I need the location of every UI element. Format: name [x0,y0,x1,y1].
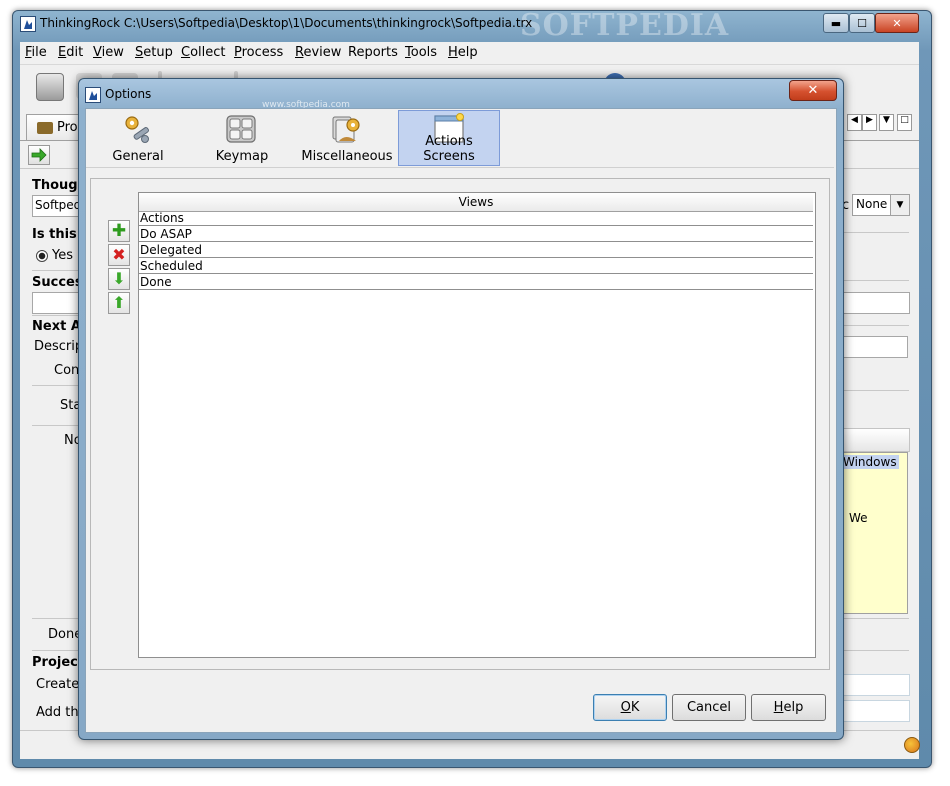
cancel-button[interactable]: Cancel [672,694,746,721]
tab-nav-menu[interactable]: ▼ [879,114,894,131]
tab-maximize[interactable]: □ [897,114,912,131]
plus-icon: ✚ [111,220,127,241]
maximize-button[interactable]: ☐ [849,13,875,33]
yes-label: Yes [52,248,73,263]
add-field-right[interactable] [842,700,910,722]
category-actions-screens[interactable]: Actions Screens [398,110,500,166]
success-field-right[interactable] [842,292,910,314]
menu-setup[interactable]: Setup [135,45,173,60]
table-row[interactable]: Done [139,275,813,290]
dialog-app-icon [85,87,101,103]
ok-button[interactable]: OK [593,694,667,721]
tab-nav-right[interactable]: ▶ [862,114,877,131]
app-icon [20,16,36,32]
move-down-button[interactable]: ⬇ [108,268,130,290]
topic-combo[interactable]: None ▼ [852,194,910,216]
menu-reports[interactable]: Reports [348,45,398,60]
window-title: ThinkingRock C:\Users\Softpedia\Desktop\… [40,16,533,30]
dialog-title: Options [105,87,152,101]
tab-nav-left[interactable]: ◀ [847,114,862,131]
menu-review[interactable]: Review [295,45,341,60]
menu-view[interactable]: View [93,45,124,60]
next-arrow-icon[interactable] [28,145,50,165]
status-icon [904,737,920,753]
views-column-header[interactable]: Views [139,193,813,212]
wrench-gear-icon [125,116,149,143]
create-field-right[interactable] [842,674,910,696]
menu-collect[interactable]: Collect [181,45,226,60]
description-field-right[interactable] [842,336,908,358]
table-row[interactable]: Do ASAP [139,227,813,242]
category-miscellaneous[interactable]: Miscellaneous [298,110,396,166]
table-row[interactable]: Actions [139,211,813,226]
dialog-close-button[interactable]: ✕ [789,80,837,101]
yes-radio[interactable] [36,250,48,262]
success-field[interactable] [32,292,84,314]
project-label: Project [32,655,85,670]
cards-gear-icon [332,116,360,143]
menu-help[interactable]: Help [448,45,478,60]
menu-file[interactable]: File [25,45,47,60]
keyboard-icon [226,115,256,143]
close-button[interactable]: ✕ [875,13,919,33]
menu-process[interactable]: Process [234,45,283,60]
table-row[interactable]: Delegated [139,243,813,258]
thought-field[interactable]: Softped [32,195,84,217]
database-icon[interactable] [36,73,64,101]
menu-tools[interactable]: Tools [405,45,437,60]
menu-bar: File Edit View Setup Collect Process Rev… [20,42,919,64]
chevron-down-icon: ▼ [890,195,909,215]
description-label: Descrip [34,339,84,354]
table-row[interactable]: Scheduled [139,259,813,274]
menu-edit[interactable]: Edit [58,45,83,60]
cross-icon: ✖ [112,245,126,264]
arrow-up-icon: ⬆ [112,293,126,312]
notes-header [840,428,910,452]
folder-icon [37,122,53,134]
success-label: Succes [32,275,83,290]
context-label: Con [54,363,80,378]
arrow-down-icon: ⬇ [112,269,126,288]
watermark: SOFTPEDIA [520,8,730,43]
remove-view-button[interactable]: ✖ [108,244,130,266]
create-label: Create [36,677,80,692]
add-view-button[interactable]: ✚ [108,220,130,242]
category-keymap[interactable]: Keymap [194,110,290,166]
category-general[interactable]: General [90,110,186,166]
move-up-button[interactable]: ⬆ [108,292,130,314]
add-label: Add thi [36,705,83,720]
help-button[interactable]: Help [751,694,826,721]
notes-area[interactable]: Windows We [840,452,908,614]
minimize-button[interactable]: ▬ [823,13,849,33]
